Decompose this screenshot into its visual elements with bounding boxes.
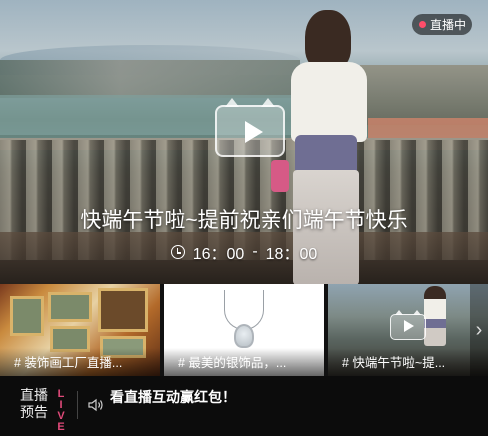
play-button[interactable] bbox=[390, 310, 426, 340]
background-buildings bbox=[360, 65, 488, 125]
painting-frame bbox=[48, 292, 92, 322]
live-time: 16：00 - 18：00 bbox=[0, 240, 488, 264]
play-icon bbox=[404, 320, 414, 332]
background-town bbox=[0, 60, 300, 98]
live-thumbnail-list: # 装饰画工厂直播... # 最美的银饰品，... # 快端午节啦~提... bbox=[0, 284, 488, 376]
thumbnail-card[interactable]: # 快端午节啦~提... bbox=[328, 284, 488, 376]
live-status-text: 直播中 bbox=[430, 18, 467, 32]
next-arrow-button[interactable]: › bbox=[470, 284, 488, 376]
time-separator: - bbox=[252, 243, 258, 260]
play-icon bbox=[245, 121, 263, 143]
divider bbox=[77, 391, 78, 419]
live-title: 快端午节啦~提前祝亲们端午节快乐 bbox=[80, 209, 408, 232]
promo-message: 看直播互动赢红包！ bbox=[110, 389, 236, 405]
painting-frame bbox=[10, 296, 44, 336]
live-vertical-text: L I V E bbox=[53, 389, 69, 433]
live-status-badge: 直播中 bbox=[412, 14, 472, 35]
thumbnail-caption: # 最美的银饰品，... bbox=[164, 348, 324, 376]
painting-frame bbox=[98, 288, 148, 332]
live-letter: E bbox=[57, 421, 65, 433]
chevron-right-icon: › bbox=[475, 318, 483, 341]
thumbnail-card[interactable]: # 最美的银饰品，... bbox=[164, 284, 324, 376]
thumbnail-caption: # 快端午节啦~提... bbox=[328, 348, 488, 376]
thumbnail-card[interactable]: # 装饰画工厂直播... bbox=[0, 284, 160, 376]
necklace-pendant bbox=[234, 324, 254, 348]
clock-icon bbox=[170, 245, 185, 259]
live-preview-bar[interactable]: 直播预告 L I V E 看直播互动赢红包！ bbox=[0, 376, 488, 436]
speaker-icon bbox=[88, 398, 103, 412]
background-roof bbox=[368, 118, 488, 140]
play-button[interactable] bbox=[215, 98, 285, 157]
preview-label: 直播预告 bbox=[20, 387, 48, 420]
time-start: 16：00 bbox=[192, 246, 245, 263]
thumbnail-caption: # 装饰画工厂直播... bbox=[0, 348, 160, 376]
model-figure bbox=[424, 286, 446, 346]
time-end: 18：00 bbox=[265, 246, 318, 263]
live-hero-banner[interactable]: 直播中 快端午节啦~提前祝亲们端午节快乐 16：00 - 18：00 bbox=[0, 0, 488, 284]
live-dot-icon bbox=[419, 21, 426, 28]
